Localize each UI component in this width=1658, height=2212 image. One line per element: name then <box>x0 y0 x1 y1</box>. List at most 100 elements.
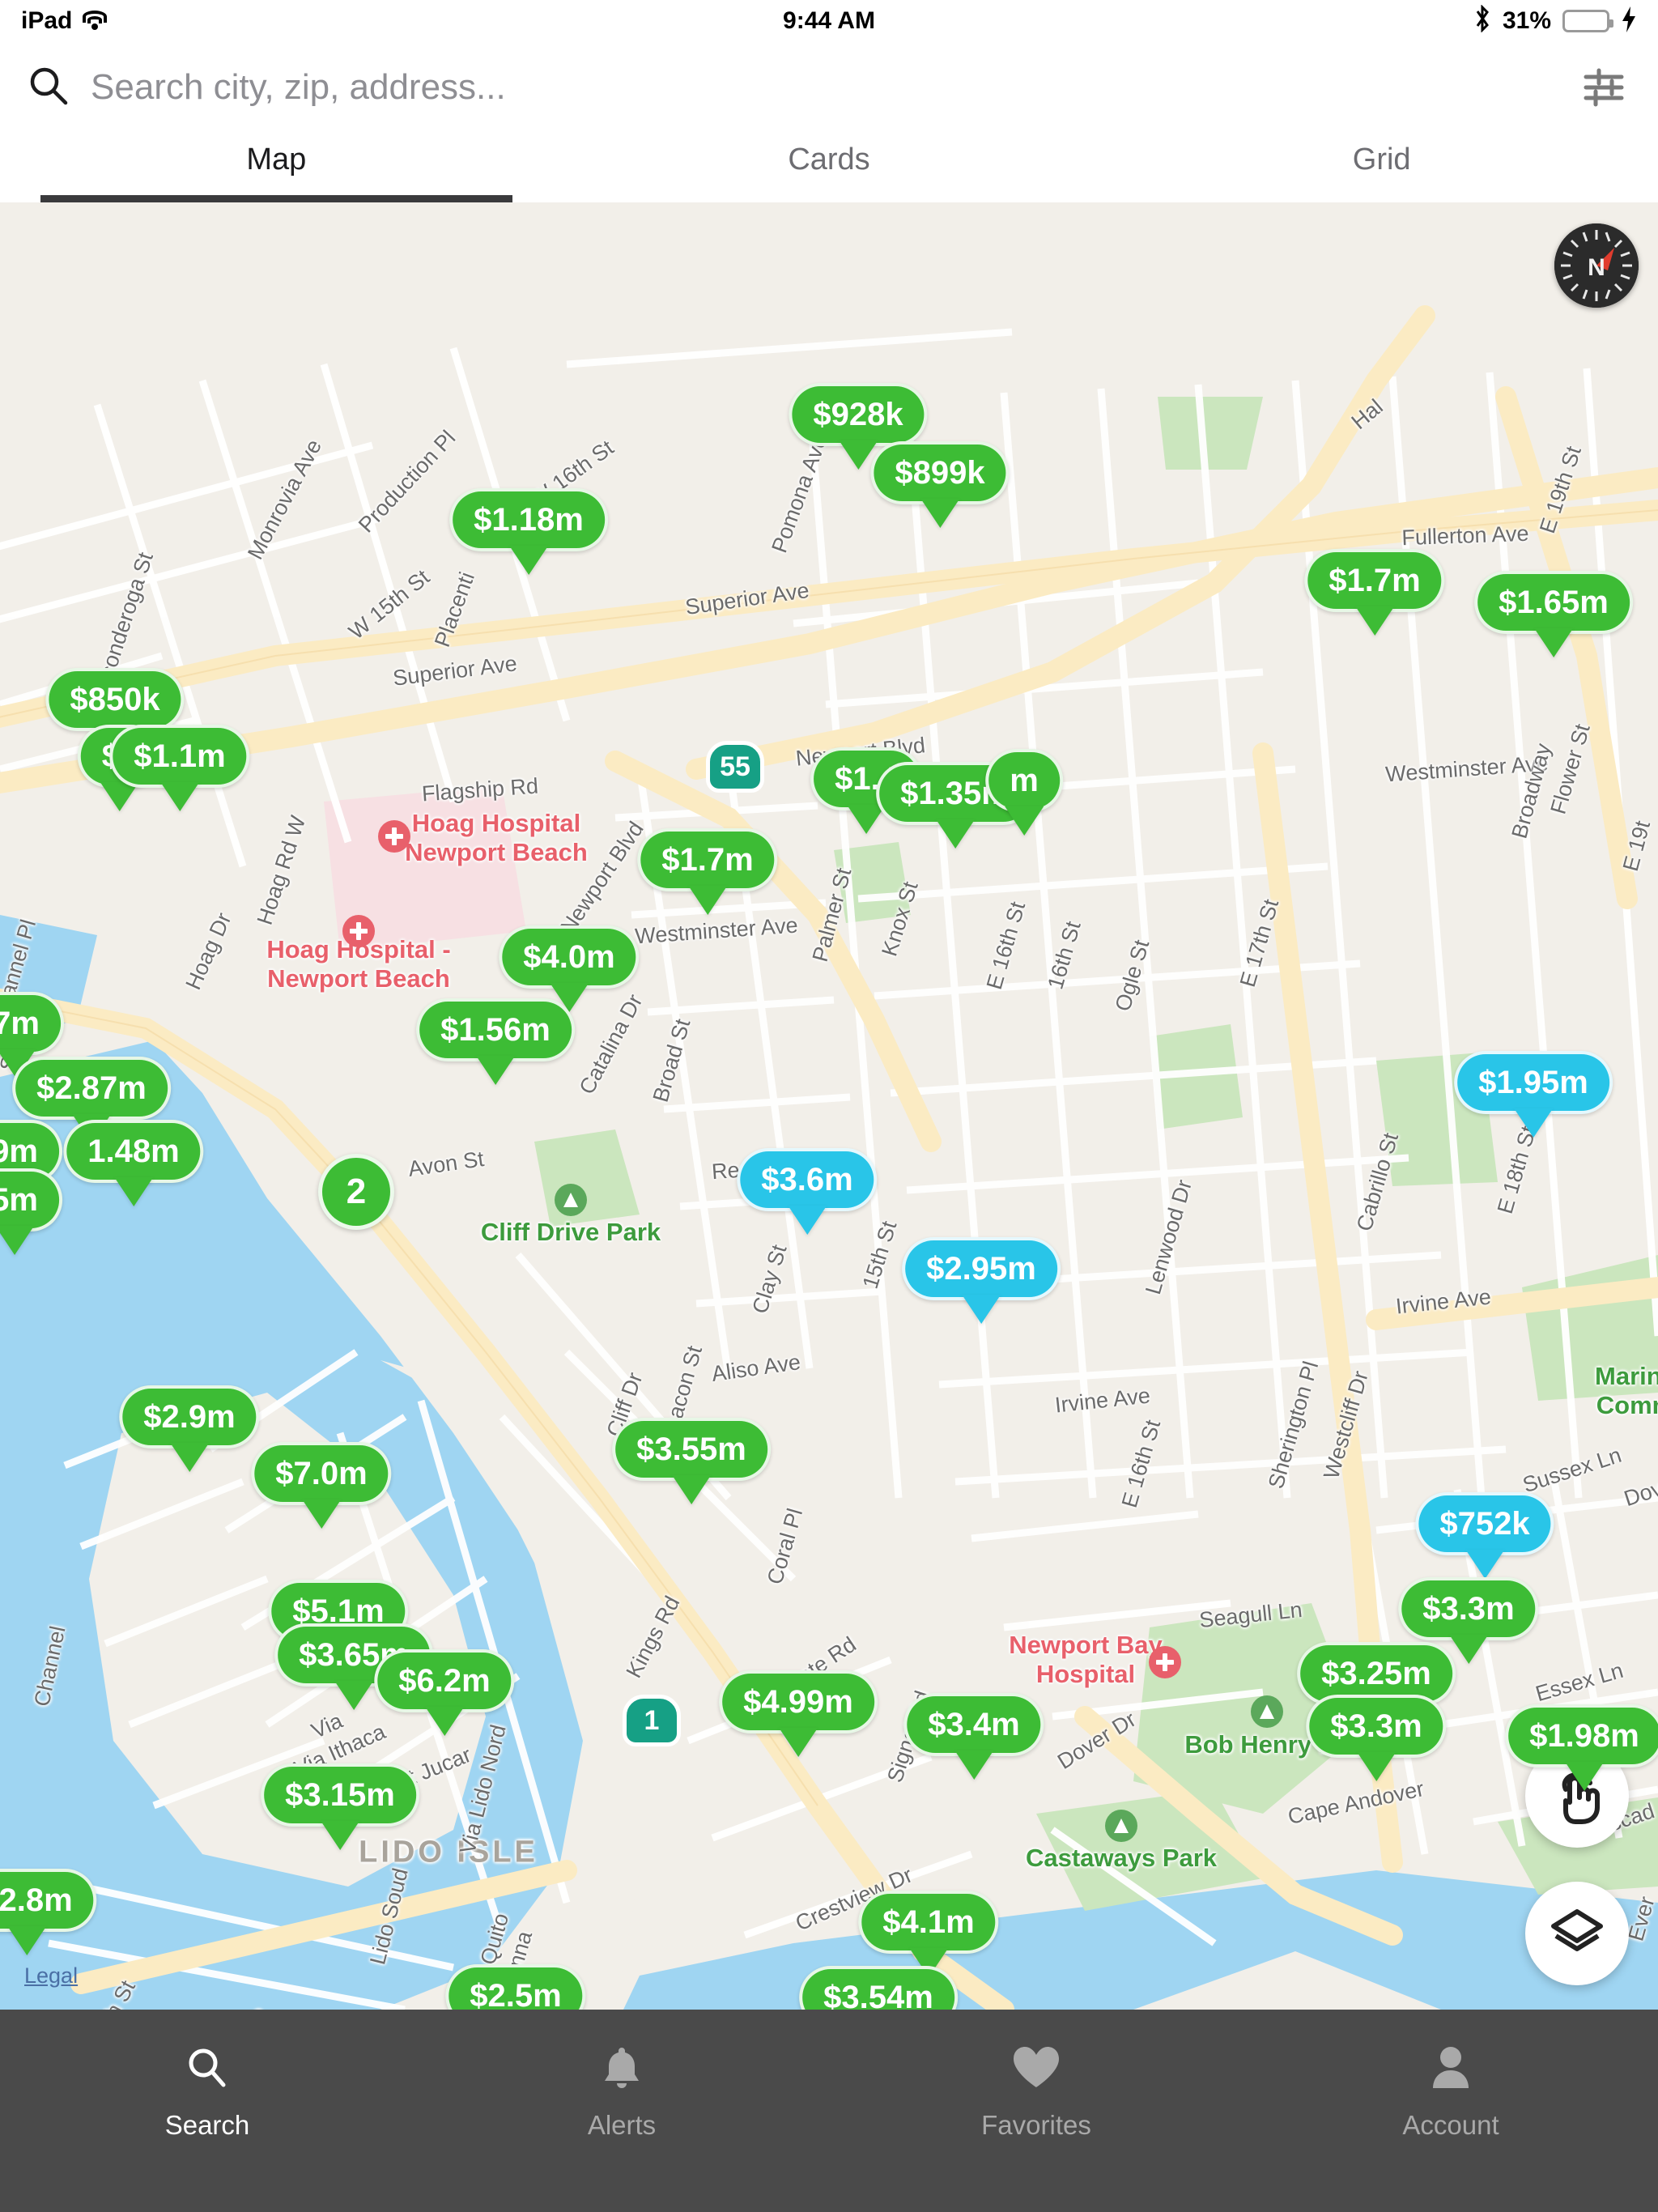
pin-tail <box>334 1681 373 1710</box>
property-price-pin[interactable]: 5m <box>0 1168 62 1255</box>
status-bar-clock: 9:44 AM <box>783 7 875 34</box>
nav-item-account[interactable]: Account <box>1244 2010 1658 2212</box>
nav-item-search[interactable]: Search <box>0 2010 414 2212</box>
pin-price-label: m <box>985 749 1063 812</box>
nav-item-favorites[interactable]: Favorites <box>829 2010 1244 2212</box>
property-price-pin[interactable]: $7.0m <box>251 1442 392 1529</box>
pin-price-label: $899k <box>870 441 1010 504</box>
nav-item-alerts[interactable]: Alerts <box>414 2010 829 2212</box>
property-price-pin[interactable]: $3.4m <box>903 1693 1044 1780</box>
property-price-pin[interactable]: $1.7m <box>637 828 778 915</box>
pin-price-label: $2.9m <box>119 1385 260 1448</box>
search-input[interactable] <box>91 67 1556 108</box>
property-price-pin[interactable]: $1.18m <box>449 488 608 575</box>
pin-tail <box>6 1926 46 1955</box>
pin-price-label: 1.48m <box>63 1120 204 1183</box>
wifi-icon <box>82 11 108 32</box>
pin-tail <box>787 1206 827 1235</box>
property-price-pin[interactable]: $3.3m <box>1306 1695 1447 1781</box>
map-layers-icon[interactable] <box>1525 1882 1629 1985</box>
property-price-pin[interactable]: $1.7m <box>1304 549 1445 636</box>
pin-tail <box>424 1707 464 1736</box>
property-price-pin[interactable]: $2.95m <box>902 1237 1061 1324</box>
compass-icon[interactable]: N <box>1554 223 1639 308</box>
view-mode-tabs: Map Cards Grid <box>0 133 1658 202</box>
property-price-pin[interactable]: $2.5m <box>445 1964 586 2010</box>
search-bar <box>0 42 1658 133</box>
battery-icon <box>1562 10 1613 32</box>
nav-label-alerts: Alerts <box>587 2110 657 2140</box>
device-name: iPad <box>21 7 73 34</box>
pin-price-label: $4.1m <box>858 1891 999 1954</box>
pin-tail <box>169 1443 209 1472</box>
pin-tail <box>687 886 727 915</box>
tab-grid[interactable]: Grid <box>1105 133 1658 202</box>
property-price-pin[interactable]: $2.8m <box>0 1869 97 1955</box>
pin-price-label: $850k <box>45 668 185 731</box>
filter-sliders-icon[interactable] <box>1577 61 1630 114</box>
legal-link[interactable]: Legal <box>24 1963 78 1989</box>
pin-tail <box>508 546 548 575</box>
status-bar-right: 31% <box>1473 4 1637 37</box>
pin-price-label: $4.0m <box>499 925 640 989</box>
property-price-pin[interactable]: $3.6m <box>737 1148 878 1235</box>
tab-map[interactable]: Map <box>0 133 553 202</box>
pin-price-label: $1.56m <box>416 998 575 1061</box>
nav-label-favorites: Favorites <box>981 2110 1091 2140</box>
pin-tail <box>1513 1108 1553 1138</box>
nav-label-account: Account <box>1402 2110 1499 2140</box>
park-marker-icon <box>1251 1695 1283 1728</box>
status-bar-left: iPad <box>21 7 108 35</box>
pin-tail <box>301 1499 341 1529</box>
pin-price-label: $7.0m <box>251 1442 392 1505</box>
status-bar: iPad 9:44 AM 31% <box>0 0 1658 42</box>
pin-price-label: $2.87m <box>12 1057 171 1120</box>
highway-shield-55: 55 <box>706 741 764 793</box>
property-price-pin[interactable]: $4.99m <box>719 1670 878 1757</box>
map-view[interactable]: Monrovia Ave Production Pl W 16th St Pomona… <box>0 202 1658 2010</box>
pin-tail <box>954 1750 993 1780</box>
property-price-pin[interactable]: $1.95m <box>1454 1051 1613 1138</box>
pin-price-label: $6.2m <box>374 1649 515 1712</box>
pin-price-label: 5m <box>0 1168 62 1231</box>
property-price-pin[interactable]: $899k <box>870 441 1010 528</box>
property-price-pin[interactable]: $6.2m <box>374 1649 515 1736</box>
pin-tail <box>1004 806 1044 836</box>
pin-tail <box>1564 1762 1604 1791</box>
property-price-pin[interactable]: $752k <box>1415 1492 1554 1579</box>
property-price-pin[interactable]: $3.55m <box>612 1418 771 1504</box>
property-price-pin[interactable]: $4.1m <box>858 1891 999 1977</box>
pin-price-label: $1.95m <box>1454 1051 1613 1114</box>
pin-tail <box>1533 628 1573 657</box>
pin-price-label: $752k <box>1415 1492 1554 1555</box>
pin-tail <box>159 782 199 811</box>
park-marker-icon <box>555 1184 587 1216</box>
property-price-pin[interactable]: $1.98m <box>1505 1704 1658 1791</box>
pin-price-label: $1.65m <box>1474 571 1633 634</box>
pin-price-label: $1.18m <box>449 488 608 551</box>
pin-tail <box>1354 606 1394 636</box>
pin-price-label: $1.7m <box>637 828 778 891</box>
pin-price-label: $3.55m <box>612 1418 771 1481</box>
search-icon <box>28 65 70 111</box>
pin-tail <box>671 1475 711 1504</box>
map-cluster-marker[interactable]: 2 <box>318 1154 394 1230</box>
property-price-pin[interactable]: $2.9m <box>119 1385 260 1472</box>
property-price-pin[interactable]: m <box>985 749 1063 836</box>
pin-price-label: $3.54m <box>799 1966 958 2010</box>
property-price-pin[interactable]: $1.1m <box>109 725 250 811</box>
hospital-marker-icon <box>1149 1646 1181 1678</box>
pin-price-label: $1.1m <box>109 725 250 788</box>
svg-text:N: N <box>1588 254 1605 281</box>
pin-price-label: $4.99m <box>719 1670 878 1733</box>
pin-price-label: $1.98m <box>1505 1704 1658 1767</box>
pin-tail <box>961 1295 1001 1324</box>
property-price-pin[interactable]: $3.15m <box>261 1763 419 1850</box>
tab-cards[interactable]: Cards <box>553 133 1106 202</box>
property-price-pin[interactable]: $1.56m <box>416 998 575 1085</box>
property-price-pin[interactable]: $3.54m <box>799 1966 958 2010</box>
pin-tail <box>0 1226 34 1255</box>
pin-price-label: $928k <box>789 383 928 446</box>
property-price-pin[interactable]: 1.48m <box>63 1120 204 1206</box>
property-price-pin[interactable]: $1.65m <box>1474 571 1633 657</box>
